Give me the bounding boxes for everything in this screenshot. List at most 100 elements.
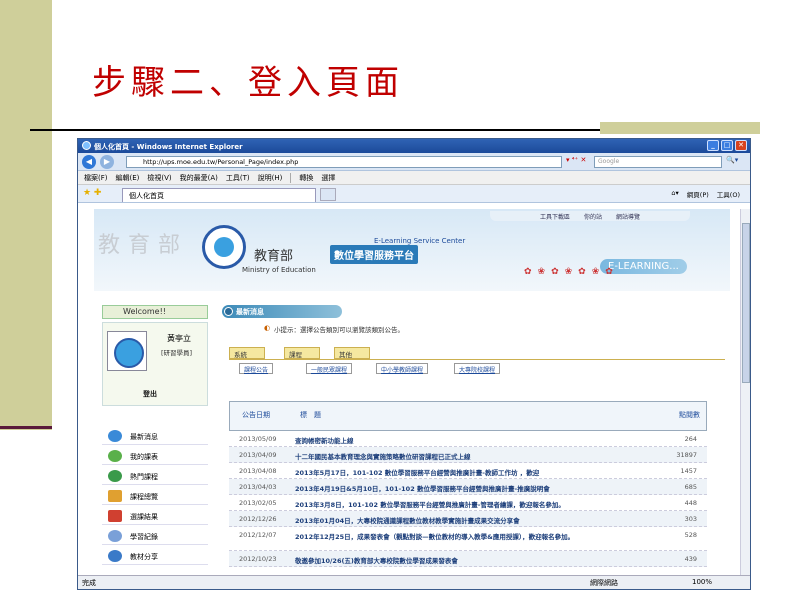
window-title: 個人化首頁 - Windows Internet Explorer xyxy=(94,143,243,151)
close-button[interactable]: ✕ xyxy=(735,140,747,151)
row-count: 685 xyxy=(684,483,697,491)
zone-label: 網際網路 xyxy=(590,579,618,587)
welcome-label: Welcome!! xyxy=(102,305,208,319)
sidebar-label: 課程總覽 xyxy=(130,493,158,501)
row-title[interactable]: 2013年4月19日&5月10日，101-102 數位學習服務平台經營與推廣計畫… xyxy=(295,483,665,493)
tab-current[interactable]: 個人化首頁 xyxy=(122,188,316,202)
status-bar: 完成 網際網路 100% xyxy=(78,575,750,589)
row-title[interactable]: 2013年01月04日，大專校院通識課程數位教材教學實施計畫成果交流分享會 xyxy=(295,515,665,525)
link-tools-download[interactable]: 工具下載區 xyxy=(540,212,570,221)
user-name: 黃亭立 xyxy=(167,334,191,343)
browser-window: 個人化首頁 - Windows Internet Explorer _ □ ✕ … xyxy=(77,138,751,590)
scrollbar[interactable] xyxy=(740,209,750,577)
sidebar-label: 教材分享 xyxy=(130,553,158,561)
org-name: 教育部 xyxy=(254,249,294,264)
right-accent-bar xyxy=(600,122,760,134)
tab-course[interactable]: 課程 xyxy=(284,347,320,359)
table-body: 2013/05/09 查詢帳密新功能上線 264 2013/04/09 十二年國民基本教… xyxy=(229,431,707,567)
search-input[interactable]: Google xyxy=(594,156,722,168)
ie-logo-icon xyxy=(82,141,91,150)
row-title[interactable]: 2013年5月17日，101-102 數位學習服務平台經營與推廣計畫-教師工作坊… xyxy=(295,467,665,477)
menu-favorites[interactable]: 我的最愛(A) xyxy=(180,173,218,183)
row-count: 303 xyxy=(684,515,697,523)
sidebar-label: 最新消息 xyxy=(130,433,158,441)
moe-seal-logo xyxy=(202,225,246,269)
row-count: 448 xyxy=(684,499,697,507)
org-name-en: Ministry of Education xyxy=(242,266,316,274)
news-table: 公告日期 標 題 點閱數 2013/05/09 查詢帳密新功能上線 264 2013/… xyxy=(229,401,707,567)
tab-system[interactable]: 系統 xyxy=(229,347,265,359)
share-icon xyxy=(108,550,122,562)
sidebar-item-hot-courses[interactable]: 熱門課程 xyxy=(102,467,208,485)
hint-text: 小提示：選擇公告類別可以瀏覽該類別公告。 xyxy=(274,326,404,334)
row-date: 2012/12/07 xyxy=(239,531,277,539)
left-accent-bar xyxy=(0,0,52,430)
row-title[interactable]: 2012年12月25日，成果發表會（觀點對談—數位教材的導入教學&應用授課），歡… xyxy=(295,531,665,541)
hot-course-icon xyxy=(108,470,122,482)
sidebar-item-catalog[interactable]: 課程總覽 xyxy=(102,487,208,505)
refresh-stop-icons[interactable]: ▾ ⁴⁺ ✕ xyxy=(566,156,586,164)
scroll-thumb[interactable] xyxy=(742,223,750,383)
table-row[interactable]: 2012/12/07 2012年12月25日，成果發表會（觀點對談—數位教材的導入… xyxy=(229,527,707,551)
menu-edit[interactable]: 編輯(E) xyxy=(116,173,140,183)
table-row[interactable]: 2013/05/09 查詢帳密新功能上線 264 xyxy=(229,431,707,447)
row-title[interactable]: 2013年3月8日，101-102 數位學習服務平台經營與推廣計畫-管理者繪課，… xyxy=(295,499,665,509)
menu-bar: 檔案(F) 編輯(E) 檢視(V) 我的最愛(A) 工具(T) 說明(H) 轉換… xyxy=(78,171,750,185)
row-title[interactable]: 敬邀參加10/26(五)教育部大專校院數位學習成果發表會 xyxy=(295,555,665,565)
minimize-button[interactable]: _ xyxy=(707,140,719,151)
table-row[interactable]: 2013/04/03 2013年4月19日&5月10日，101-102 數位學習服… xyxy=(229,479,707,495)
menu-help[interactable]: 說明(H) xyxy=(258,173,283,183)
logout-link[interactable]: 登出 xyxy=(143,389,157,399)
search-icon[interactable]: 🔍▾ xyxy=(726,156,738,164)
hint-icon: ◐ xyxy=(264,324,271,332)
row-date: 2012/12/26 xyxy=(239,515,277,523)
home-icon[interactable]: ⌂▾ xyxy=(671,189,678,199)
subtab-public[interactable]: 一般民眾課程 xyxy=(306,363,353,374)
schedule-icon xyxy=(108,450,122,462)
sidebar-item-results[interactable]: 選課結果 xyxy=(102,507,208,525)
subtab-course-notice[interactable]: 課程公告 xyxy=(239,363,274,374)
tab-other[interactable]: 其他 xyxy=(334,347,370,359)
new-tab-button[interactable] xyxy=(320,188,336,201)
link-site-map[interactable]: 網站導覽 xyxy=(616,212,640,221)
flower-decoration-icon: ✿❀✿❀✿❀✿ xyxy=(524,267,619,277)
subtab-university[interactable]: 大專院校課程 xyxy=(454,363,501,374)
row-date: 2012/10/23 xyxy=(239,555,277,563)
row-date: 2013/04/08 xyxy=(239,467,277,475)
table-row[interactable]: 2013/02/05 2013年3月8日，101-102 數位學習服務平台經營與推… xyxy=(229,495,707,511)
row-title[interactable]: 十二年國民基本教育理念與實施策略數位研習課程已正式上線 xyxy=(295,451,665,461)
tools-menu[interactable]: 工具(O) xyxy=(717,189,740,199)
table-row[interactable]: 2012/10/23 敬邀參加10/26(五)教育部大專校院數位學習成果發表會 43… xyxy=(229,551,707,567)
address-bar: ◀ ▶ http://ups.moe.edu.tw/Personal_Page/… xyxy=(78,153,750,171)
sidebar-item-share[interactable]: 教材分享 xyxy=(102,547,208,565)
user-role: [研習學員] xyxy=(161,349,193,357)
menu-view[interactable]: 檢視(V) xyxy=(147,173,171,183)
row-title[interactable]: 查詢帳密新功能上線 xyxy=(295,435,665,445)
calendar-icon xyxy=(108,510,122,522)
url-input[interactable]: http://ups.moe.edu.tw/Personal_Page/inde… xyxy=(126,156,562,168)
browser-titlebar: 個人化首頁 - Windows Internet Explorer _ □ ✕ xyxy=(78,139,750,153)
user-panel: 黃亭立 [研習學員] 登出 xyxy=(102,322,208,406)
favorites-star-icon[interactable]: ★ ✚ xyxy=(83,188,101,198)
sidebar-item-schedule[interactable]: 我的課表 xyxy=(102,447,208,465)
table-row[interactable]: 2012/12/26 2013年01月04日，大專校院通識課程數位教材教學實施計畫… xyxy=(229,511,707,527)
col-title: 標 題 xyxy=(300,411,321,419)
records-icon xyxy=(108,530,122,542)
table-row[interactable]: 2013/04/08 2013年5月17日，101-102 數位學習服務平台經營與… xyxy=(229,463,707,479)
link-your-site[interactable]: 你的站 xyxy=(584,212,602,221)
row-count: 528 xyxy=(684,531,697,539)
select-button[interactable]: 選擇 xyxy=(321,173,335,183)
zoom-level[interactable]: 100% xyxy=(692,578,712,586)
subtab-teachers[interactable]: 中小學教師課程 xyxy=(376,363,429,374)
sidebar-item-news[interactable]: 最新消息 xyxy=(102,427,208,445)
menu-file[interactable]: 檔案(F) xyxy=(84,173,108,183)
page-menu[interactable]: 網頁(P) xyxy=(687,189,709,199)
convert-button[interactable]: 轉換 xyxy=(299,173,313,183)
menu-tools[interactable]: 工具(T) xyxy=(226,173,250,183)
back-button[interactable]: ◀ xyxy=(82,155,96,169)
forward-button[interactable]: ▶ xyxy=(100,155,114,169)
maximize-button[interactable]: □ xyxy=(721,140,733,151)
sidebar-item-records[interactable]: 學習紀錄 xyxy=(102,527,208,545)
table-row[interactable]: 2013/04/09 十二年國民基本教育理念與實施策略數位研習課程已正式上線 318… xyxy=(229,447,707,463)
row-count: 439 xyxy=(684,555,697,563)
